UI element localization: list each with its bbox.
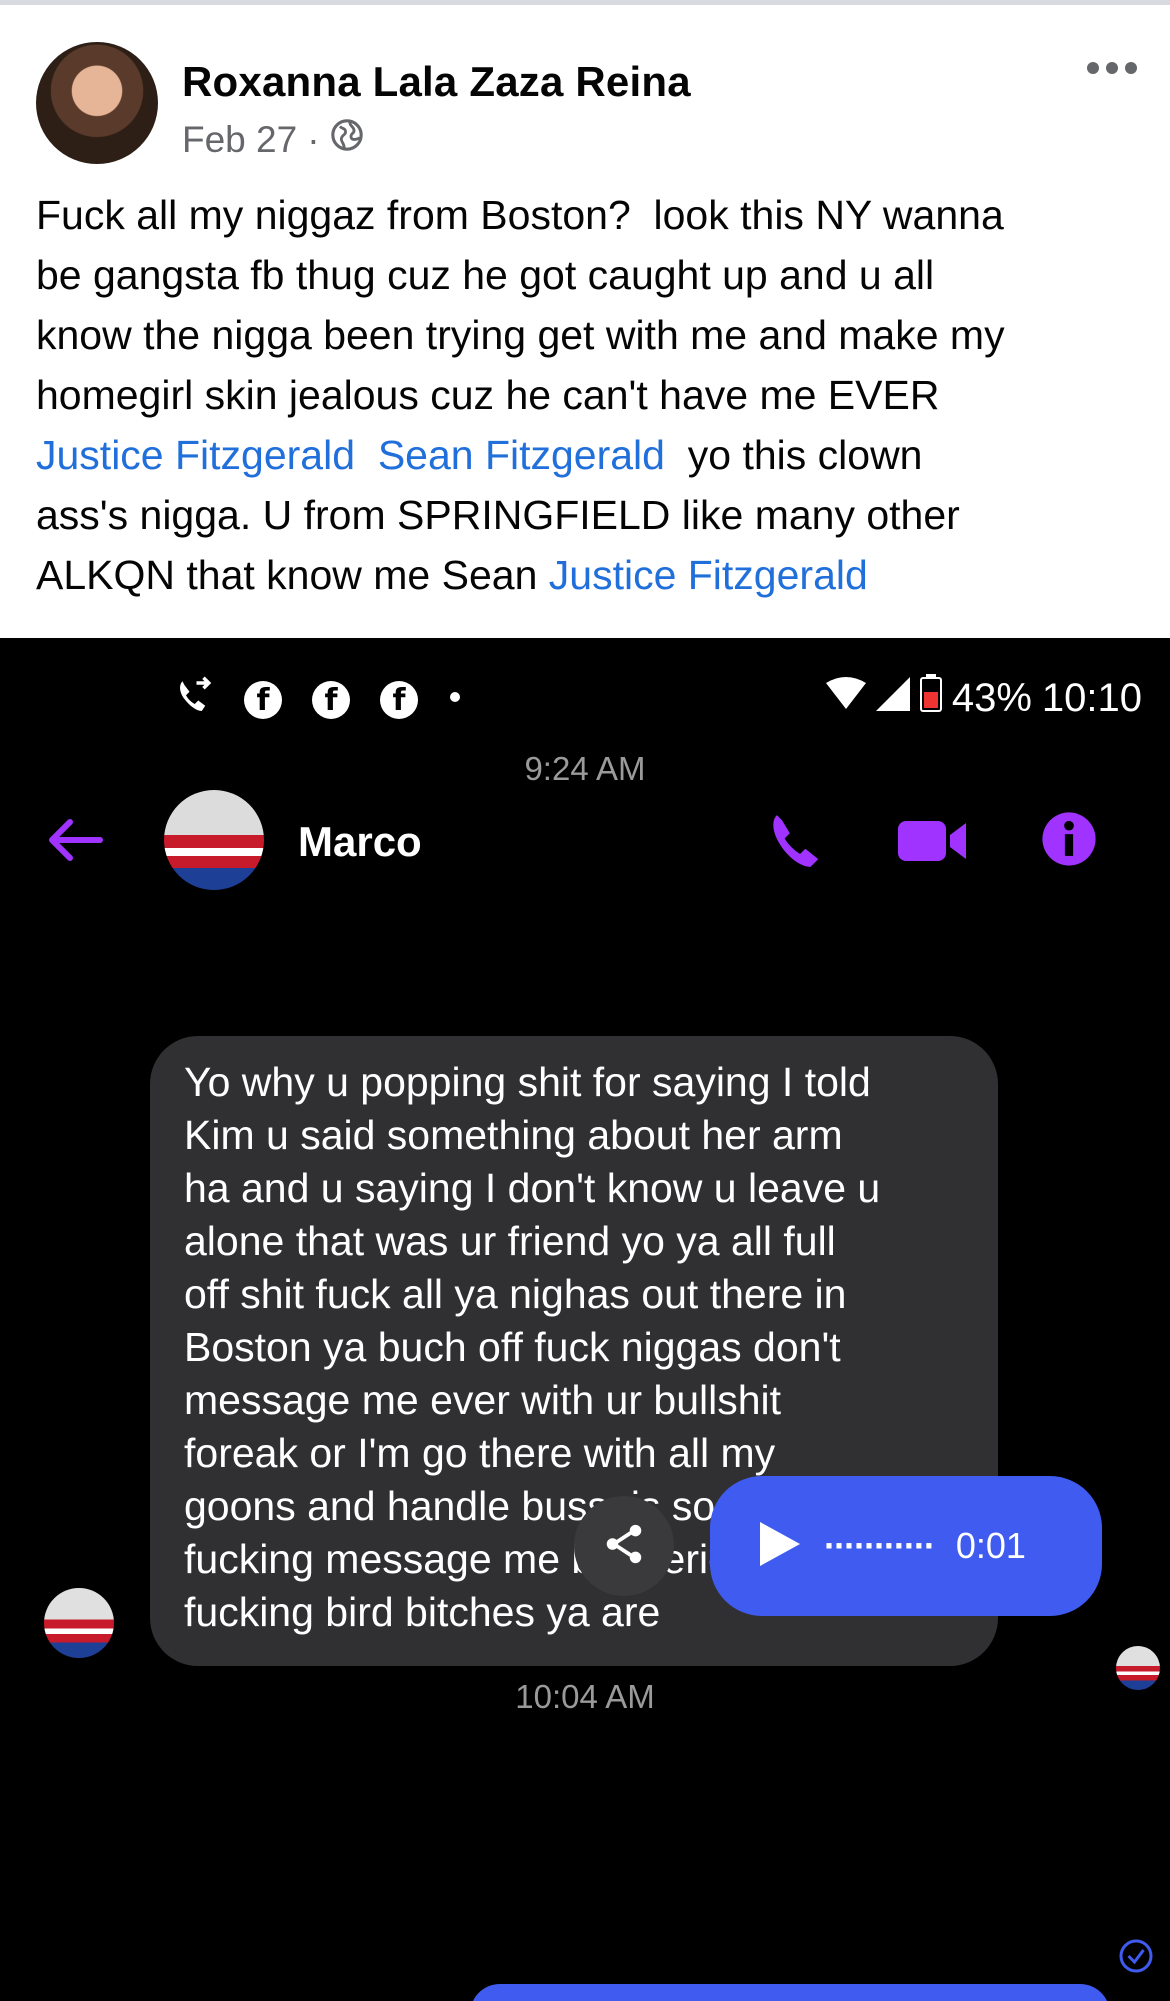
check-circle-icon <box>1118 1938 1154 1979</box>
status-bar: f f f 43% 10:10 <box>0 668 1170 728</box>
contact-avatar[interactable] <box>164 790 264 890</box>
timestamp: 9:24 AM <box>524 750 646 787</box>
message-line: Kim u said something about her arm <box>184 1112 843 1158</box>
audio-message-bubble[interactable]: ··········· 0:01 <box>710 1476 1102 1616</box>
call-forward-icon <box>172 676 214 723</box>
message-line: Boston ya buch off fuck niggas don't <box>184 1324 841 1370</box>
message-line: alone that was ur friend yo ya all full <box>184 1218 836 1264</box>
sender-avatar <box>44 1588 114 1658</box>
post-text-segment: know the nigga been trying get with me a… <box>36 312 1005 358</box>
post-text-segment: be gangsta fb thug cuz he got caught up … <box>36 252 935 298</box>
profile-mention-link[interactable]: Sean Fitzgerald <box>378 432 665 478</box>
message-line: message me ever with ur bullshit <box>184 1377 782 1423</box>
dot-icon <box>448 690 462 709</box>
audio-waveform: ··········· <box>824 1525 936 1566</box>
back-arrow-icon[interactable] <box>46 818 104 867</box>
post-text-segment: homegirl skin jealous cuz he can't have … <box>36 372 940 418</box>
post-text-line: know the nigga been trying get with me a… <box>36 305 1146 365</box>
wifi-icon <box>825 676 866 721</box>
more-icon[interactable] <box>1082 48 1142 88</box>
battery-percent: 43% <box>951 675 1032 720</box>
signal-icon <box>875 676 910 721</box>
message-line: off shit fuck all ya nighas out there in <box>184 1271 847 1317</box>
post-text-segment: ass's nigga. U from SPRINGFIELD like man… <box>36 492 960 538</box>
messenger-header: Marco <box>0 788 1170 898</box>
facebook-icon: f <box>380 680 418 719</box>
post-text-segment: Fuck all my niggaz from Boston? look thi… <box>36 192 1004 238</box>
profile-mention-link[interactable]: Justice Fitzgerald <box>549 552 868 598</box>
post-text-line: Fuck all my niggaz from Boston? look thi… <box>36 185 1146 245</box>
play-icon[interactable] <box>758 1520 802 1573</box>
top-divider <box>0 0 1170 5</box>
video-icon[interactable] <box>898 810 970 877</box>
message-line: Yo why u popping shit for saying I told <box>184 1059 871 1105</box>
messenger-screenshot: f f f 43% 10:10 Marco 9:24 AM 10:04 AM Y… <box>0 638 1170 2001</box>
battery-icon <box>919 674 942 722</box>
post-meta: Feb 27 · <box>182 118 364 161</box>
post-text-segment: ALKQN that know me Sean <box>36 552 549 598</box>
post-text-line: ALKQN that know me Sean Justice Fitzgera… <box>36 545 1146 605</box>
share-icon <box>601 1521 647 1572</box>
post-text-segment <box>355 432 378 478</box>
message-line: foreak or I'm go there with all my <box>184 1430 776 1476</box>
share-button[interactable] <box>574 1496 674 1596</box>
author-avatar[interactable] <box>36 42 158 164</box>
phone-icon[interactable] <box>764 810 826 877</box>
post-text-line: be gangsta fb thug cuz he got caught up … <box>36 245 1146 305</box>
post-text-line: Justice Fitzgerald Sean Fitzgerald yo th… <box>36 425 1146 485</box>
contact-name[interactable]: Marco <box>298 818 422 866</box>
facebook-icon: f <box>312 680 350 719</box>
globe-icon <box>330 118 364 161</box>
meta-separator: · <box>307 118 320 160</box>
post-author[interactable]: Roxanna Lala Zaza Reina <box>182 58 691 106</box>
read-receipt-avatar <box>1116 1646 1160 1690</box>
facebook-icon: f <box>244 680 282 719</box>
info-icon[interactable] <box>1040 810 1098 873</box>
post-text: Fuck all my niggaz from Boston? look thi… <box>36 185 1146 605</box>
post-text-line: ass's nigga. U from SPRINGFIELD like man… <box>36 485 1146 545</box>
status-time: 10:10 <box>1041 675 1142 720</box>
audio-duration: 0:01 <box>955 1525 1026 1566</box>
post-text-line: homegirl skin jealous cuz he can't have … <box>36 365 1146 425</box>
post-text-segment: yo this clown <box>664 432 923 478</box>
profile-mention-link[interactable]: Justice Fitzgerald <box>36 432 355 478</box>
timestamp: 10:04 AM <box>515 1678 655 1715</box>
post-date[interactable]: Feb 27 <box>182 119 297 161</box>
message-line: ha and u saying I don't know u leave u <box>184 1165 881 1211</box>
sent-message-bubble[interactable] <box>470 1984 1110 2001</box>
